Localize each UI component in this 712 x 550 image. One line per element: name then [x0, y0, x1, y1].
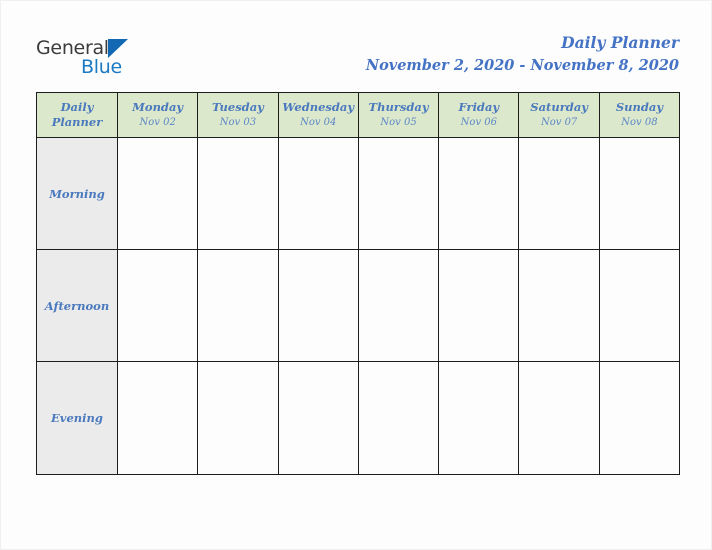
slot-morning-sunday[interactable] [598, 137, 681, 250]
weekly-planner-table: Daily Planner Monday Nov 02 Tuesday Nov … [36, 92, 681, 475]
day-date-monday: Nov 02 [139, 117, 176, 128]
slot-morning-friday[interactable] [438, 137, 520, 250]
header-cell-thursday: Thursday Nov 05 [357, 92, 440, 138]
page-title: Daily Planner [561, 33, 679, 52]
slot-afternoon-monday[interactable] [116, 249, 199, 362]
day-date-saturday: Nov 07 [540, 117, 578, 128]
day-date-tuesday: Nov 03 [219, 117, 257, 128]
day-date-thursday: Nov 05 [380, 117, 417, 128]
row-label-evening: Evening [36, 361, 118, 475]
header-cell-monday: Monday Nov 02 [116, 92, 199, 138]
general-blue-logo[interactable]: General Blue [36, 37, 146, 79]
day-name-saturday: Saturday [530, 100, 588, 114]
slot-evening-saturday[interactable] [518, 361, 600, 475]
slot-afternoon-sunday[interactable] [598, 249, 681, 362]
slot-evening-tuesday[interactable] [197, 361, 279, 475]
title-block: Daily Planner November 2, 2020 - Novembe… [366, 32, 679, 76]
slot-morning-thursday[interactable] [357, 137, 440, 250]
table-row-evening: Evening [36, 361, 681, 475]
slot-morning-tuesday[interactable] [197, 137, 279, 250]
table-body: Morning Afternoon Evening [36, 137, 681, 475]
table-row-afternoon: Afternoon [36, 249, 681, 362]
day-name-friday: Friday [458, 100, 500, 114]
slot-morning-wednesday[interactable] [277, 137, 359, 250]
day-name-wednesday: Wednesday [282, 100, 355, 114]
header-cell-sunday: Sunday Nov 08 [598, 92, 681, 138]
row-label-text-morning: Morning [49, 186, 105, 201]
corner-label-line2: Planner [51, 115, 103, 129]
row-label-text-afternoon: Afternoon [44, 298, 110, 313]
day-name-monday: Monday [132, 100, 184, 114]
slot-morning-monday[interactable] [116, 137, 199, 250]
corner-label-line1: Daily [60, 100, 94, 114]
table-header-row: Daily Planner Monday Nov 02 Tuesday Nov … [36, 92, 681, 138]
slot-afternoon-friday[interactable] [438, 249, 520, 362]
slot-evening-friday[interactable] [438, 361, 520, 475]
header-cell-wednesday: Wednesday Nov 04 [277, 92, 359, 138]
row-label-afternoon: Afternoon [36, 249, 118, 362]
header-cell-tuesday: Tuesday Nov 03 [197, 92, 279, 138]
day-name-sunday: Sunday [615, 100, 664, 114]
header-cell-friday: Friday Nov 06 [438, 92, 520, 138]
day-date-friday: Nov 06 [460, 117, 497, 128]
slot-evening-wednesday[interactable] [277, 361, 359, 475]
row-label-morning: Morning [36, 137, 118, 250]
planner-page: General Blue Daily Planner November 2, 2… [0, 0, 712, 550]
slot-afternoon-wednesday[interactable] [277, 249, 359, 362]
header-cell-corner: Daily Planner [36, 92, 118, 138]
slot-afternoon-tuesday[interactable] [197, 249, 279, 362]
slot-afternoon-thursday[interactable] [357, 249, 440, 362]
day-name-tuesday: Tuesday [212, 100, 264, 114]
slot-morning-saturday[interactable] [518, 137, 600, 250]
day-date-wednesday: Nov 04 [300, 117, 337, 128]
header-cell-saturday: Saturday Nov 07 [518, 92, 600, 138]
row-label-text-evening: Evening [51, 411, 103, 425]
slot-evening-sunday[interactable] [598, 361, 681, 475]
logo-word-blue: Blue [81, 56, 122, 78]
date-range-subtitle: November 2, 2020 - November 8, 2020 [365, 57, 679, 74]
table-row-morning: Morning [36, 137, 681, 250]
table-header: Daily Planner Monday Nov 02 Tuesday Nov … [36, 92, 681, 138]
slot-afternoon-saturday[interactable] [518, 249, 600, 362]
page-header: General Blue Daily Planner November 2, 2… [1, 1, 712, 89]
day-name-thursday: Thursday [368, 100, 429, 114]
day-date-sunday: Nov 08 [621, 117, 658, 128]
slot-evening-thursday[interactable] [357, 361, 440, 475]
slot-evening-monday[interactable] [116, 361, 199, 475]
